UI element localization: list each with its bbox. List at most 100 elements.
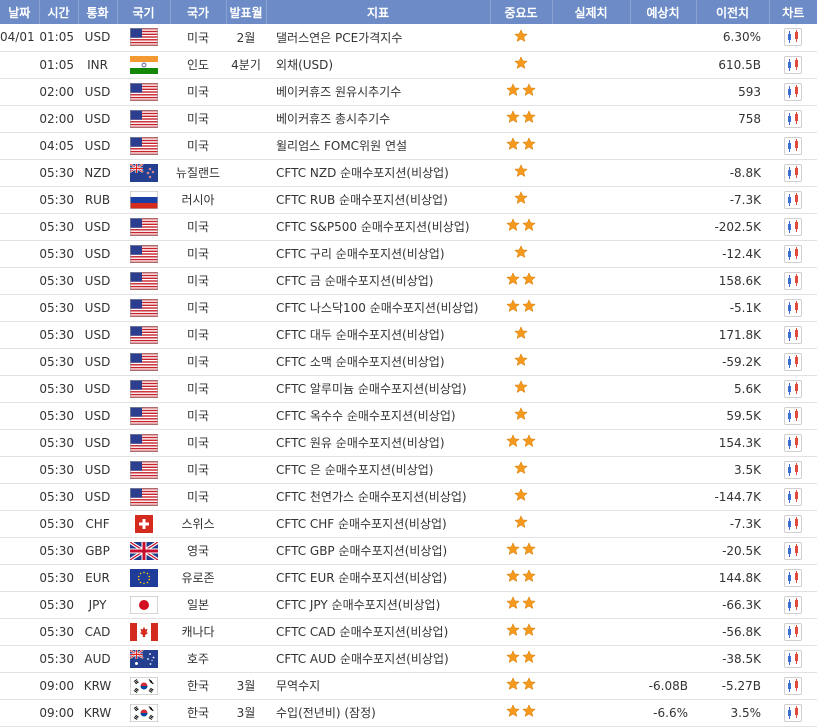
table-row[interactable]: 05:30 JPY 일본 CFTC JPY 순매수포지션(비상업) -66.3K [0,591,817,619]
chart-icon[interactable] [784,271,802,290]
table-row[interactable]: 02:00 USD 미국 베이커휴즈 총시추기수 758 [0,105,817,133]
event-indicator[interactable]: CFTC 소맥 순매수포지션(비상업) [266,348,490,376]
chart-icon[interactable] [784,433,802,452]
event-indicator[interactable]: CFTC JPY 순매수포지션(비상업) [266,591,490,619]
event-date: 04/01 [0,24,39,52]
importance-star-icon [506,704,520,721]
event-indicator[interactable]: 수입(전년비) (잠정) [266,699,490,727]
event-indicator[interactable]: CFTC GBP 순매수포지션(비상업) [266,537,490,565]
event-indicator[interactable]: CFTC EUR 순매수포지션(비상업) [266,564,490,592]
chart-icon[interactable] [784,163,802,182]
table-row[interactable]: 09:00 KRW 한국 3월 수입(전년비) (잠정) -6.6% 3.5% [0,699,817,727]
event-period [226,645,266,673]
event-indicator[interactable]: CFTC 원유 순매수포지션(비상업) [266,429,490,457]
chart-icon[interactable] [784,622,802,641]
chart-icon[interactable] [784,406,802,425]
event-indicator[interactable]: 윌리엄스 FOMC위원 연설 [266,132,490,160]
chart-icon[interactable] [784,28,802,47]
table-row[interactable]: 05:30 CHF 스위스 CFTC CHF 순매수포지션(비상업) -7.3K [0,510,817,538]
event-forecast [630,537,696,565]
table-row[interactable]: 05:30 USD 미국 CFTC 구리 순매수포지션(비상업) -12.4K [0,240,817,268]
chart-icon[interactable] [784,352,802,371]
table-row[interactable]: 05:30 USD 미국 CFTC 원유 순매수포지션(비상업) 154.3K [0,429,817,457]
chart-icon[interactable] [784,325,802,344]
event-indicator[interactable]: CFTC CHF 순매수포지션(비상업) [266,510,490,538]
chart-icon[interactable] [784,460,802,479]
chart-icon[interactable] [784,55,802,74]
event-indicator[interactable]: 베이커휴즈 총시추기수 [266,105,490,133]
table-row[interactable]: 02:00 USD 미국 베이커휴즈 원유시추기수 593 [0,78,817,106]
event-indicator[interactable]: CFTC 옥수수 순매수포지션(비상업) [266,402,490,430]
chart-icon[interactable] [784,82,802,101]
table-row[interactable]: 05:30 NZD 뉴질랜드 CFTC NZD 순매수포지션(비상업) -8.8K [0,159,817,187]
table-row[interactable]: 05:30 CAD 캐나다 CFTC CAD 순매수포지션(비상업) -56.8K [0,618,817,646]
event-previous: 593 [696,78,769,106]
event-time: 09:00 [39,699,78,727]
event-indicator[interactable]: 댈러스연은 PCE가격지수 [266,24,490,52]
table-row[interactable]: 05:30 USD 미국 CFTC 천연가스 순매수포지션(비상업) -144.7K [0,483,817,511]
event-indicator[interactable]: CFTC AUD 순매수포지션(비상업) [266,645,490,673]
table-row[interactable]: 05:30 USD 미국 CFTC 소맥 순매수포지션(비상업) -59.2K [0,348,817,376]
event-indicator[interactable]: CFTC 나스닥100 순매수포지션(비상업) [266,294,490,322]
table-row[interactable]: 09:00 KRW 한국 3월 무역수지 -6.08B -5.27B [0,672,817,700]
event-actual [552,699,630,727]
event-indicator[interactable]: CFTC RUB 순매수포지션(비상업) [266,186,490,214]
event-indicator[interactable]: CFTC 천연가스 순매수포지션(비상업) [266,483,490,511]
chart-icon[interactable] [784,676,802,695]
chart-icon[interactable] [784,595,802,614]
event-indicator[interactable]: 베이커휴즈 원유시추기수 [266,78,490,106]
table-row[interactable]: 05:30 USD 미국 CFTC 알루미늄 순매수포지션(비상업) 5.6K [0,375,817,403]
chart-icon[interactable] [784,244,802,263]
table-row[interactable]: 05:30 USD 미국 CFTC 나스닥100 순매수포지션(비상업) -5.1K [0,294,817,322]
event-forecast [630,591,696,619]
event-country: 뉴질랜드 [170,159,226,187]
event-indicator[interactable]: 무역수지 [266,672,490,700]
event-indicator[interactable]: 외채(USD) [266,51,490,79]
importance-stars [506,83,536,100]
chart-icon[interactable] [784,649,802,668]
importance-star-icon [506,83,520,100]
chart-icon[interactable] [784,298,802,317]
event-previous: -8.8K [696,159,769,187]
chart-icon[interactable] [784,703,802,722]
table-row[interactable]: 05:30 AUD 호주 CFTC AUD 순매수포지션(비상업) -38.5K [0,645,817,673]
chart-icon[interactable] [784,568,802,587]
table-row[interactable]: 05:30 USD 미국 CFTC 옥수수 순매수포지션(비상업) 59.5K [0,402,817,430]
chart-icon[interactable] [784,109,802,128]
table-row[interactable]: 01:05 INR 인도 4분기 외채(USD) 610.5B [0,51,817,79]
table-row[interactable]: 05:30 USD 미국 CFTC 금 순매수포지션(비상업) 158.6K [0,267,817,295]
event-indicator[interactable]: CFTC NZD 순매수포지션(비상업) [266,159,490,187]
event-actual [552,483,630,511]
importance-star-icon [514,407,528,424]
table-row[interactable]: 05:30 GBP 영국 CFTC GBP 순매수포지션(비상업) -20.5K [0,537,817,565]
event-indicator[interactable]: CFTC 은 순매수포지션(비상업) [266,456,490,484]
chart-icon[interactable] [784,514,802,533]
event-indicator[interactable]: CFTC 대두 순매수포지션(비상업) [266,321,490,349]
chart-icon[interactable] [784,541,802,560]
table-row[interactable]: 05:30 USD 미국 CFTC S&P500 순매수포지션(비상업) -202.5K [0,213,817,241]
event-indicator[interactable]: CFTC 알루미늄 순매수포지션(비상업) [266,375,490,403]
event-indicator[interactable]: CFTC S&P500 순매수포지션(비상업) [266,213,490,241]
table-row[interactable]: 04/01 01:05 USD 미국 2월 댈러스연은 PCE가격지수 6.30% [0,24,817,52]
event-actual [552,132,630,160]
event-indicator[interactable]: CFTC CAD 순매수포지션(비상업) [266,618,490,646]
event-currency: USD [78,78,117,106]
event-indicator[interactable]: CFTC 금 순매수포지션(비상업) [266,267,490,295]
table-row[interactable]: 04:05 USD 미국 윌리엄스 FOMC위원 연설 [0,132,817,160]
event-indicator[interactable]: CFTC 구리 순매수포지션(비상업) [266,240,490,268]
event-previous: -12.4K [696,240,769,268]
table-row[interactable]: 05:30 EUR 유로존 CFTC EUR 순매수포지션(비상업) 144.8K [0,564,817,592]
event-date [0,537,39,565]
table-row[interactable]: 05:30 USD 미국 CFTC 은 순매수포지션(비상업) 3.5K [0,456,817,484]
event-date [0,321,39,349]
chart-icon[interactable] [784,379,802,398]
importance-star-icon [522,434,536,451]
chart-icon[interactable] [784,136,802,155]
event-currency: USD [78,321,117,349]
table-row[interactable]: 05:30 RUB 러시아 CFTC RUB 순매수포지션(비상업) -7.3K [0,186,817,214]
chart-icon[interactable] [784,217,802,236]
chart-icon[interactable] [784,190,802,209]
table-row[interactable]: 05:30 USD 미국 CFTC 대두 순매수포지션(비상업) 171.8K [0,321,817,349]
chart-icon[interactable] [784,487,802,506]
event-forecast [630,105,696,133]
